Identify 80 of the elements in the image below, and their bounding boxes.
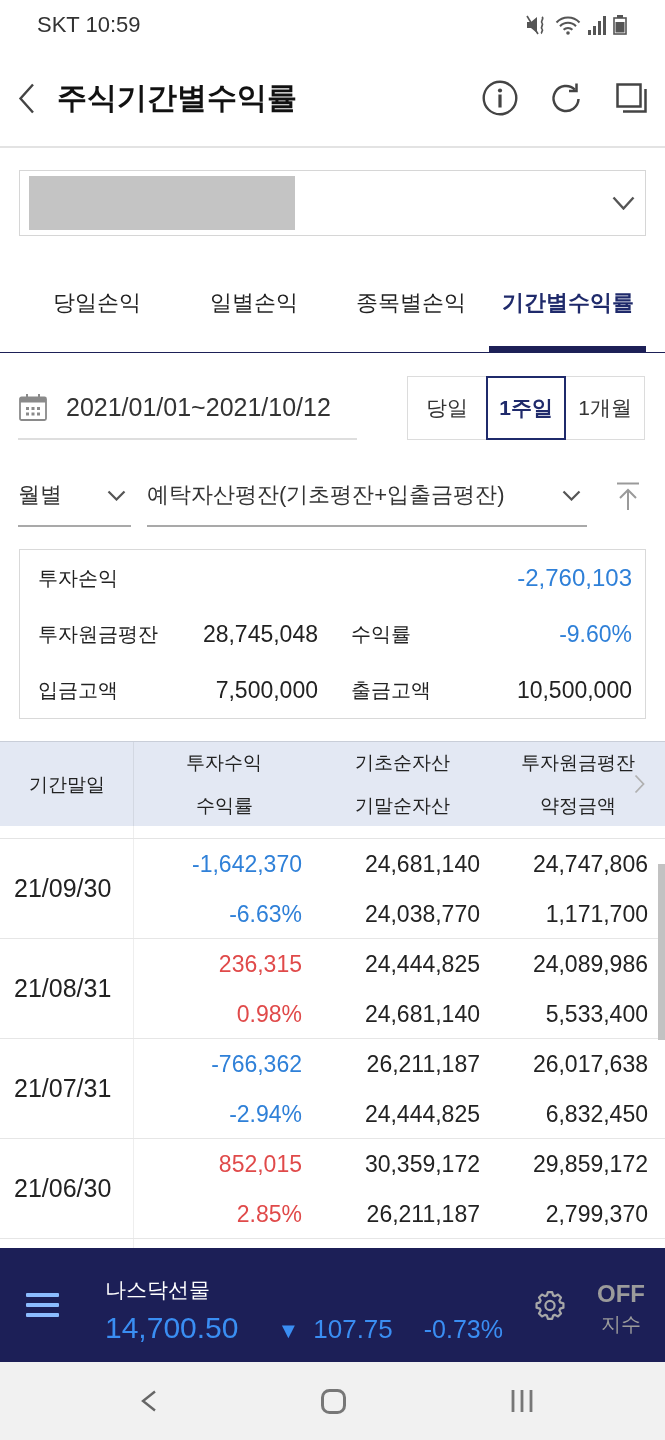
summary-value: 7,500,000 bbox=[215, 676, 318, 704]
tab[interactable]: 일별손익 bbox=[175, 254, 332, 352]
table-cell: 5,533,400 bbox=[545, 999, 648, 1028]
chevron-right-icon bbox=[634, 774, 645, 794]
table-cell: -766,362 bbox=[211, 1049, 302, 1078]
table-cell: 1,171,700 bbox=[545, 899, 648, 928]
summary-label: 출금고액 bbox=[351, 677, 431, 703]
date-cell: 21/08/31 bbox=[0, 939, 134, 1038]
table-cell: 6,832,450 bbox=[545, 1099, 648, 1128]
table-cell: 24,444,825 bbox=[364, 949, 480, 978]
table-cell: 26,211,187 bbox=[366, 1199, 480, 1228]
tab[interactable]: 종목별손익 bbox=[332, 254, 489, 352]
summary-value: -2,760,103 bbox=[517, 564, 632, 592]
page-title: 주식기간별수익률 bbox=[57, 79, 297, 116]
back-icon[interactable] bbox=[18, 82, 35, 114]
table-cell: -1,642,370 bbox=[192, 849, 302, 878]
carrier-time: SKT 10:59 bbox=[37, 12, 141, 38]
ticker-name: 나스닥선물 bbox=[105, 1277, 211, 1303]
table-cell: 30,359,172 bbox=[364, 1149, 480, 1178]
summary-label: 투자원금평잔 bbox=[38, 621, 158, 647]
table-cell: 24,681,140 bbox=[364, 849, 480, 878]
home-icon[interactable] bbox=[321, 1388, 346, 1414]
date-cell: 21/09/30 bbox=[0, 839, 134, 938]
table-cell: 26,211,187 bbox=[366, 1049, 480, 1078]
chevron-down-icon bbox=[562, 489, 581, 501]
table-cell: 24,038,770 bbox=[364, 899, 480, 928]
signal-icon bbox=[588, 15, 606, 35]
summary-value: 10,500,000 bbox=[516, 676, 632, 704]
table-cell: 29,859,172 bbox=[532, 1149, 648, 1178]
period-unit-dropdown[interactable]: 월별 bbox=[18, 465, 131, 527]
summary-value: 28,745,048 bbox=[202, 620, 318, 648]
asset-basis-dropdown[interactable]: 예탁자산평잔(기초평잔+입출금평잔) bbox=[147, 465, 587, 527]
change-arrow: ▼ bbox=[277, 1317, 300, 1345]
info-icon[interactable] bbox=[482, 80, 518, 116]
table-cell: -2.94% bbox=[229, 1099, 302, 1128]
table-cell: -6.63% bbox=[229, 899, 302, 928]
chevron-down-icon bbox=[612, 196, 635, 210]
table-cell: 26,017,638 bbox=[532, 1049, 648, 1078]
date-range-field[interactable]: 2021/01/01~2021/10/12 bbox=[18, 376, 357, 440]
battery-icon bbox=[613, 15, 627, 35]
date-cell: 21/06/30 bbox=[0, 1139, 134, 1238]
column-header: 기간말일 bbox=[28, 772, 105, 796]
nav-back-icon[interactable] bbox=[140, 1390, 157, 1412]
chevron-down-icon bbox=[107, 489, 126, 501]
table-cell: 852,015 bbox=[218, 1149, 302, 1178]
table-cell: 236,315 bbox=[218, 949, 302, 978]
table-cell: 24,747,806 bbox=[532, 849, 648, 878]
summary-label: 투자손익 bbox=[38, 565, 118, 591]
wifi-icon bbox=[555, 15, 581, 35]
calendar-icon bbox=[19, 393, 47, 421]
column-header: 기초순자산 bbox=[354, 751, 450, 774]
tab[interactable]: 기간별수익률 bbox=[489, 254, 646, 352]
column-header: 투자수익 bbox=[186, 751, 262, 774]
column-header: 약정금액 bbox=[539, 794, 616, 817]
column-header: 수익률 bbox=[195, 794, 253, 817]
column-header: 투자원금평잔 bbox=[520, 751, 635, 774]
date-cell: 21/07/31 bbox=[0, 1039, 134, 1138]
table-cell: 24,681,140 bbox=[364, 999, 480, 1028]
period-button[interactable]: 당일 bbox=[407, 376, 487, 440]
column-header: 기말순자산 bbox=[354, 794, 450, 817]
menu-icon[interactable] bbox=[26, 1293, 59, 1317]
window-icon[interactable] bbox=[616, 83, 648, 113]
ticker-price: 14,700.50 bbox=[105, 1310, 239, 1346]
ticker-change-rate: -0.73% bbox=[423, 1314, 503, 1345]
period-button[interactable]: 1개월 bbox=[565, 376, 645, 440]
table-cell: 0.98% bbox=[236, 999, 302, 1028]
index-toggle[interactable]: OFF 지수 bbox=[597, 1280, 645, 1337]
summary-label: 수익률 bbox=[351, 621, 411, 647]
summary-label: 입금고액 bbox=[38, 677, 118, 703]
period-button[interactable]: 1주일 bbox=[486, 376, 566, 440]
recent-apps-icon[interactable] bbox=[510, 1390, 534, 1412]
table-cell: 24,444,825 bbox=[364, 1099, 480, 1128]
ticker-change: 107.75 bbox=[313, 1313, 393, 1346]
table-cell: 2.85% bbox=[236, 1199, 302, 1228]
table-cell: 24,089,986 bbox=[532, 949, 648, 978]
table-cell: 2,799,370 bbox=[545, 1199, 648, 1228]
refresh-icon[interactable] bbox=[550, 82, 582, 114]
tab[interactable]: 당일손익 bbox=[18, 254, 175, 352]
summary-value: -9.60% bbox=[559, 620, 632, 648]
settings-icon[interactable] bbox=[535, 1289, 565, 1321]
